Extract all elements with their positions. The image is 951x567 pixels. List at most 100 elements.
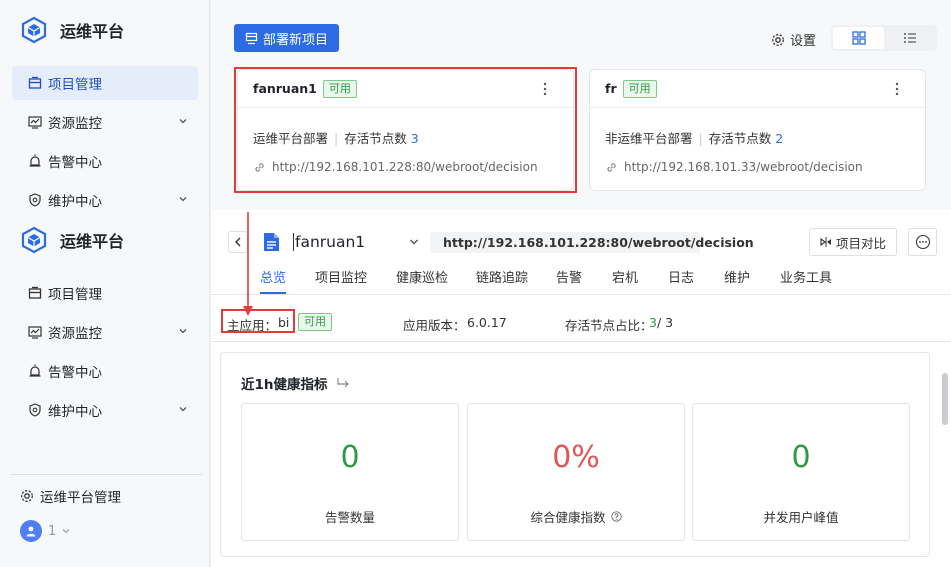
project-list-panel: 部署新项目 设置 fanruan1 可用 运维平台部署 | 存活节点数 3 http…: [211, 0, 951, 210]
deploy-icon: [245, 32, 258, 44]
peak-users-label: 并发用户峰值: [763, 510, 839, 525]
monitor-icon: [28, 326, 42, 339]
sidebar-item-maintenance[interactable]: 维护中心: [12, 183, 198, 217]
platform-admin-label: 运维平台管理: [40, 490, 121, 506]
metric-card-health: 0% 综合健康指数: [467, 403, 685, 541]
card-description: 非运维平台部署 | 存活节点数 2: [605, 128, 783, 147]
project-compare-button[interactable]: 项目对比: [809, 228, 897, 256]
project-select-value: fanruan1: [293, 233, 366, 251]
user-icon: [26, 526, 36, 537]
list-icon: [903, 33, 916, 43]
view-toggle: [831, 25, 937, 51]
tab-alarm[interactable]: 告警: [556, 267, 582, 294]
platform-admin-link[interactable]: 运维平台管理: [20, 486, 121, 506]
version-label: 应用版本：: [403, 318, 466, 333]
more-vertical-icon[interactable]: [895, 81, 899, 97]
peak-users-value: 0: [791, 440, 811, 475]
card-header: fr 可用: [590, 70, 925, 108]
sidebar-item-label: 项目管理: [48, 77, 102, 93]
detail-tabs: 总览 项目监控 健康巡检 链路追踪 告警 宕机 日志 维护 业务工具: [211, 267, 951, 294]
project-info-bar: 主应用： bi 可用 应用版本： 6.0.17 存活节点占比： 3 / 3: [211, 294, 951, 342]
app-logo: 运维平台: [20, 15, 124, 45]
monitor-icon: [28, 116, 42, 129]
chevron-down-icon: [179, 407, 187, 412]
deploy-new-project-button[interactable]: 部署新项目: [234, 24, 339, 52]
more-horizontal-icon: [915, 234, 930, 250]
chevron-down-icon: [179, 197, 187, 202]
user-menu[interactable]: 1: [20, 520, 71, 542]
cube-logo-icon: [21, 16, 47, 44]
app-logo-secondary: 运维平台: [20, 225, 124, 255]
tab-overview[interactable]: 总览: [260, 267, 287, 294]
health-index-label: 综合健康指数: [530, 510, 606, 525]
tab-logs[interactable]: 日志: [668, 267, 694, 294]
health-metrics-panel: 近1h健康指标 0 告警数量 0% 综合健康指数 0 并发用户峰值: [220, 352, 930, 557]
tab-health-check[interactable]: 健康巡检: [396, 267, 448, 294]
grid-icon: [851, 31, 866, 45]
deploy-type: 非运维平台部署: [605, 131, 693, 146]
tab-trace[interactable]: 链路追踪: [476, 267, 528, 294]
sidebar-divider: [10, 474, 202, 475]
redirect-arrow-icon[interactable]: [336, 377, 350, 389]
card-project-name: fr: [605, 81, 617, 96]
sidebar-item-label: 维护中心: [48, 404, 102, 420]
sidebar-item-alarm[interactable]: 告警中心: [12, 144, 198, 178]
project-card[interactable]: fr 可用 非运维平台部署 | 存活节点数 2 http://192.168.101…: [589, 69, 926, 191]
status-badge: 可用: [298, 313, 332, 331]
user-name: 1: [48, 523, 57, 539]
highlight-box: [234, 67, 577, 193]
sidebar-item-project[interactable]: 项目管理: [12, 276, 198, 310]
compare-icon: [820, 237, 831, 247]
sidebar-item-maintenance[interactable]: 维护中心: [12, 393, 198, 427]
project-url: http://192.168.101.228:80/webroot/decisi…: [443, 235, 754, 250]
gear-icon: [772, 33, 784, 46]
sidebar-item-monitor[interactable]: 资源监控: [12, 315, 198, 349]
sidebar: 运维平台 项目管理 资源监控 告警中心 维护中心 运维平台 项目管理 资源监控: [0, 0, 210, 567]
settings-button[interactable]: 设置: [771, 30, 816, 49]
health-index-value: 0%: [552, 440, 600, 475]
highlight-box: [221, 309, 295, 333]
more-options-button[interactable]: [908, 228, 937, 256]
nodes-label: 存活节点数: [708, 131, 772, 146]
cube-logo-icon: [21, 226, 47, 254]
sidebar-item-alarm[interactable]: 告警中心: [12, 354, 198, 388]
sidebar-item-label: 资源监控: [48, 326, 102, 342]
list-view-button[interactable]: [884, 27, 935, 49]
project-select[interactable]: fanruan1: [293, 230, 423, 254]
gear-icon: [21, 490, 33, 502]
document-icon: [264, 233, 279, 251]
project-url-link[interactable]: http://192.168.101.228:80/webroot/decisi…: [430, 232, 754, 253]
scrollbar-thumb[interactable]: [942, 373, 948, 425]
metric-label: 告警数量: [242, 507, 458, 526]
alarm-icon: [29, 364, 41, 377]
metric-card-alarms: 0 告警数量: [241, 403, 459, 541]
sidebar-item-monitor[interactable]: 资源监控: [12, 105, 198, 139]
grid-view-button[interactable]: [833, 27, 884, 49]
sidebar-item-label: 告警中心: [48, 155, 102, 171]
chevron-down-icon: [179, 119, 187, 124]
link-icon: [607, 162, 616, 172]
tab-downtime[interactable]: 宕机: [612, 267, 638, 294]
tab-business-tools[interactable]: 业务工具: [780, 267, 832, 294]
sidebar-item-label: 资源监控: [48, 116, 102, 132]
sidebar-item-project[interactable]: 项目管理: [12, 66, 198, 100]
card-url[interactable]: http://192.168.101.33/webroot/decision: [624, 160, 863, 174]
tab-project-monitor[interactable]: 项目监控: [315, 267, 367, 294]
maintenance-icon: [29, 403, 41, 417]
deploy-label: 部署新项目: [262, 32, 328, 48]
metric-card-users: 0 并发用户峰值: [692, 403, 910, 541]
sidebar-item-label: 项目管理: [48, 287, 102, 303]
chevron-down-icon: [179, 329, 187, 334]
tab-maintenance[interactable]: 维护: [724, 267, 750, 294]
maintenance-icon: [29, 193, 41, 207]
help-icon[interactable]: [610, 511, 622, 522]
project-icon: [28, 286, 42, 299]
alarm-count-value: 0: [340, 440, 360, 475]
metric-label: 综合健康指数: [468, 507, 684, 526]
avatar: [20, 520, 42, 542]
status-badge: 可用: [622, 79, 657, 98]
nodes-count: 2: [775, 131, 784, 146]
alive-ratio-label: 存活节点占比：: [565, 318, 653, 333]
health-title-text: 近1h健康指标: [241, 377, 328, 393]
annotation-arrow: [243, 212, 253, 316]
